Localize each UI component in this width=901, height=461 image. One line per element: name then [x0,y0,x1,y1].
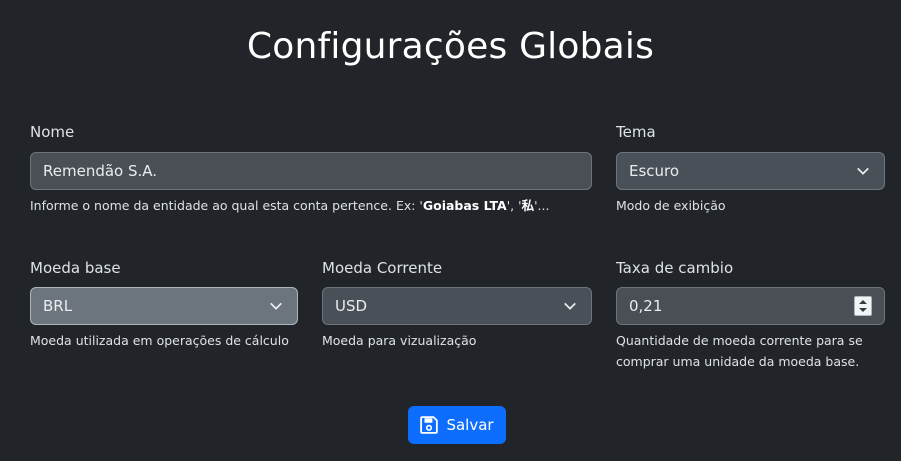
tema-label: Tema [616,123,656,141]
moeda-corrente-select[interactable]: USD [322,287,592,325]
taxa-help-line2: comprar uma unidade da moeda base. [616,354,860,369]
moeda-base-select[interactable]: BRL [30,287,298,325]
chevron-down-icon [564,302,576,310]
taxa-help-line1: Quantidade de moeda corrente para se [616,333,863,348]
save-button-label: Salvar [446,416,494,434]
page-title: Configurações Globais [246,26,655,67]
save-icon [420,416,439,434]
taxa-input[interactable]: 0,21 [616,287,885,325]
moeda-base-label: Moeda base [30,259,121,277]
chevron-down-icon [857,167,869,175]
taxa-input-value: 0,21 [629,297,663,315]
chevron-down-icon [270,302,282,310]
moeda-corrente-select-value: USD [335,297,368,315]
nome-help: Informe o nome da entidade ao qual esta … [30,198,550,213]
tema-select-value: Escuro [629,162,680,180]
moeda-base-help: Moeda utilizada em operações de cálculo [30,333,289,348]
tema-help: Modo de exibição [616,198,726,213]
number-spinner[interactable] [854,296,872,316]
nome-input[interactable]: Remendão S.A. [30,152,592,190]
moeda-corrente-help: Moeda para vizualização [322,333,477,348]
taxa-label: Taxa de cambio [616,259,734,277]
moeda-corrente-label: Moeda Corrente [322,259,443,277]
save-button[interactable]: Salvar [408,406,506,444]
spinner-arrows-icon [859,300,867,312]
moeda-base-select-value: BRL [43,297,73,315]
tema-select[interactable]: Escuro [616,152,885,190]
nome-label: Nome [30,123,75,141]
